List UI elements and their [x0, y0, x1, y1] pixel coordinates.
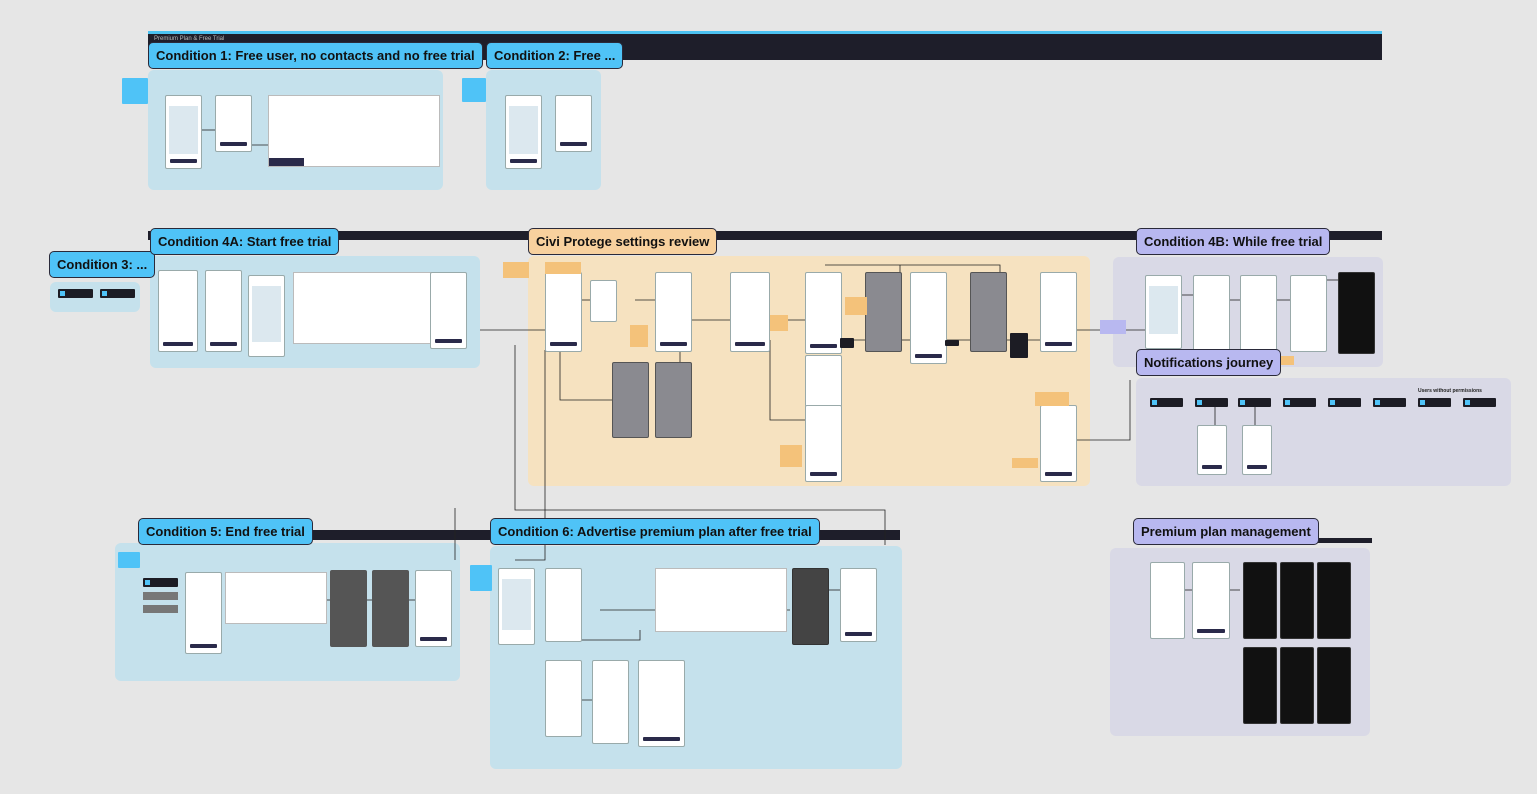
- sticky-note: [545, 262, 581, 274]
- sticky-note: [770, 315, 788, 331]
- screen-premium-offer[interactable]: [638, 660, 685, 747]
- screen-dark[interactable]: [1280, 562, 1314, 639]
- toast-chip: [58, 289, 93, 298]
- sticky-note: [630, 325, 648, 347]
- sticky-note: [118, 552, 140, 568]
- screen-map[interactable]: [248, 275, 285, 357]
- notification-chip: [143, 578, 178, 587]
- screen-modal[interactable]: [612, 362, 649, 438]
- screen-modal[interactable]: [792, 568, 829, 645]
- section-label-condition-4a[interactable]: Condition 4A: Start free trial: [150, 228, 340, 255]
- screen-onboarding-carousel[interactable]: [268, 95, 440, 167]
- screen-settings[interactable]: [1240, 275, 1277, 357]
- sticky-note: [845, 297, 867, 315]
- notification-chip: [1238, 398, 1271, 407]
- screen-settings[interactable]: [805, 355, 842, 407]
- grey-chip: [143, 592, 178, 600]
- screen-trial-start[interactable]: [430, 272, 467, 349]
- section-label-settings-review[interactable]: Civi Protege settings review: [528, 228, 718, 255]
- screen-dark[interactable]: [1280, 647, 1314, 724]
- screen-onboarding-carousel[interactable]: [225, 572, 327, 624]
- screen-premium-details[interactable]: [1192, 562, 1230, 639]
- screen-confirmation[interactable]: [1040, 405, 1077, 482]
- screen-permission[interactable]: [1197, 425, 1227, 475]
- screen-map[interactable]: [1145, 275, 1182, 349]
- grey-chip: [143, 605, 178, 613]
- screen-dark[interactable]: [1243, 647, 1277, 724]
- screen-onboarding-carousel[interactable]: [293, 272, 445, 344]
- dark-chip: [840, 338, 854, 348]
- section-label-condition-4b[interactable]: Condition 4B: While free trial: [1136, 228, 1331, 255]
- section-label-condition-5[interactable]: Condition 5: End free trial: [138, 518, 313, 545]
- sticky-note: [1115, 558, 1137, 574]
- section-label-condition-6[interactable]: Condition 6: Advertise premium plan afte…: [490, 518, 820, 545]
- screen-settings[interactable]: [545, 272, 582, 352]
- notification-chip: [1195, 398, 1228, 407]
- screen-dark[interactable]: [1317, 562, 1351, 639]
- sticky-note: [470, 565, 492, 591]
- screen-modal[interactable]: [372, 570, 409, 647]
- section-label-condition-3[interactable]: Condition 3: ...: [49, 251, 156, 278]
- notification-chip: [1418, 398, 1451, 407]
- sticky-note: [503, 262, 529, 278]
- screen-settings[interactable]: [805, 272, 842, 354]
- screen-contacts[interactable]: [555, 95, 592, 152]
- screen-settings[interactable]: [805, 405, 842, 482]
- screen-map[interactable]: [498, 568, 535, 645]
- screen-settings[interactable]: [655, 272, 692, 352]
- screen-modal[interactable]: [865, 272, 902, 352]
- dark-chip: [1010, 333, 1028, 358]
- sticky-note: [1012, 458, 1038, 468]
- screen-dark[interactable]: [1243, 562, 1277, 639]
- screen-permission[interactable]: [1242, 425, 1272, 475]
- screen-modal[interactable]: [655, 362, 692, 438]
- screen-list[interactable]: [205, 270, 242, 352]
- screen-map[interactable]: [165, 95, 202, 169]
- screen-contacts[interactable]: [1290, 275, 1327, 352]
- screen-confirmation[interactable]: [840, 568, 877, 642]
- notification-chip: [1283, 398, 1316, 407]
- screen-list[interactable]: [1193, 275, 1230, 352]
- screen-dark[interactable]: [1338, 272, 1375, 354]
- screen-profile[interactable]: [1150, 562, 1185, 639]
- screen-contacts[interactable]: [545, 660, 582, 737]
- screen-trial-end[interactable]: [185, 572, 222, 654]
- screen-onboarding-carousel[interactable]: [655, 568, 787, 632]
- screen-confirmation[interactable]: [1040, 272, 1077, 352]
- toast-chip: [100, 289, 135, 298]
- screen-list[interactable]: [545, 568, 582, 642]
- notification-chip: [1373, 398, 1406, 407]
- screen-settings[interactable]: [730, 272, 770, 352]
- section-label-condition-1[interactable]: Condition 1: Free user, no contacts and …: [148, 42, 483, 69]
- screen-settings[interactable]: [592, 660, 629, 744]
- notification-chip: [1463, 398, 1496, 407]
- sticky-note: [1100, 320, 1126, 334]
- notification-chip: [1150, 398, 1183, 407]
- notification-chip: [1328, 398, 1361, 407]
- users-without-permissions-label: Users without permissions: [1418, 388, 1482, 394]
- screen-modal[interactable]: [970, 272, 1007, 352]
- sticky-note: [462, 78, 486, 102]
- screen-map[interactable]: [505, 95, 542, 169]
- screen-dialog[interactable]: [590, 280, 617, 322]
- sticky-note: [780, 445, 802, 467]
- screen-dark[interactable]: [1317, 647, 1351, 724]
- screen-settings[interactable]: [910, 272, 947, 364]
- section-label-notifications[interactable]: Notifications journey: [1136, 349, 1282, 376]
- screen-modal[interactable]: [330, 570, 367, 647]
- section-label-premium[interactable]: Premium plan management: [1133, 518, 1319, 545]
- screen-contacts[interactable]: [158, 270, 198, 352]
- screen-intro[interactable]: [215, 95, 252, 152]
- section-label-condition-2[interactable]: Condition 2: Free ...: [486, 42, 624, 69]
- sticky-note: [122, 78, 148, 104]
- sticky-note: [1035, 392, 1069, 406]
- screen-confirmation[interactable]: [415, 570, 452, 647]
- dark-chip: [945, 340, 959, 346]
